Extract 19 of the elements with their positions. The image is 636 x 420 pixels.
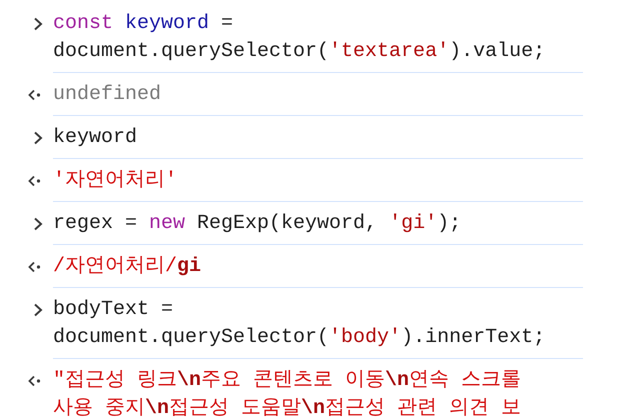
prompt-chevron-icon	[33, 17, 43, 31]
result-line: "접근성 링크\n주요 콘텐츠로 이동\n연속 스크롤	[53, 368, 522, 394]
result-line: 사용 중지\n접근성 도움말\n접근성 관련 의견 보	[53, 396, 522, 420]
prompt-chevron-icon	[33, 131, 43, 145]
code-line: const keyword =	[53, 11, 234, 37]
result-arrow-icon	[27, 375, 43, 387]
prompt-chevron-icon	[33, 303, 43, 317]
code-line: bodyText =	[53, 297, 174, 323]
result-line: /자연어처리/gi	[53, 254, 202, 280]
code-line: document.querySelector('textarea').value;	[53, 39, 546, 65]
code-line: document.querySelector('body').innerText;	[53, 325, 546, 351]
code-line: keyword	[53, 125, 138, 151]
result-line: '자연어처리'	[53, 168, 178, 194]
result-arrow-icon	[27, 89, 43, 101]
code-line: regex = new RegExp(keyword, 'gi');	[53, 211, 462, 237]
result-arrow-icon	[27, 261, 43, 273]
result-line: undefined	[53, 82, 162, 108]
result-arrow-icon	[27, 175, 43, 187]
prompt-chevron-icon	[33, 217, 43, 231]
